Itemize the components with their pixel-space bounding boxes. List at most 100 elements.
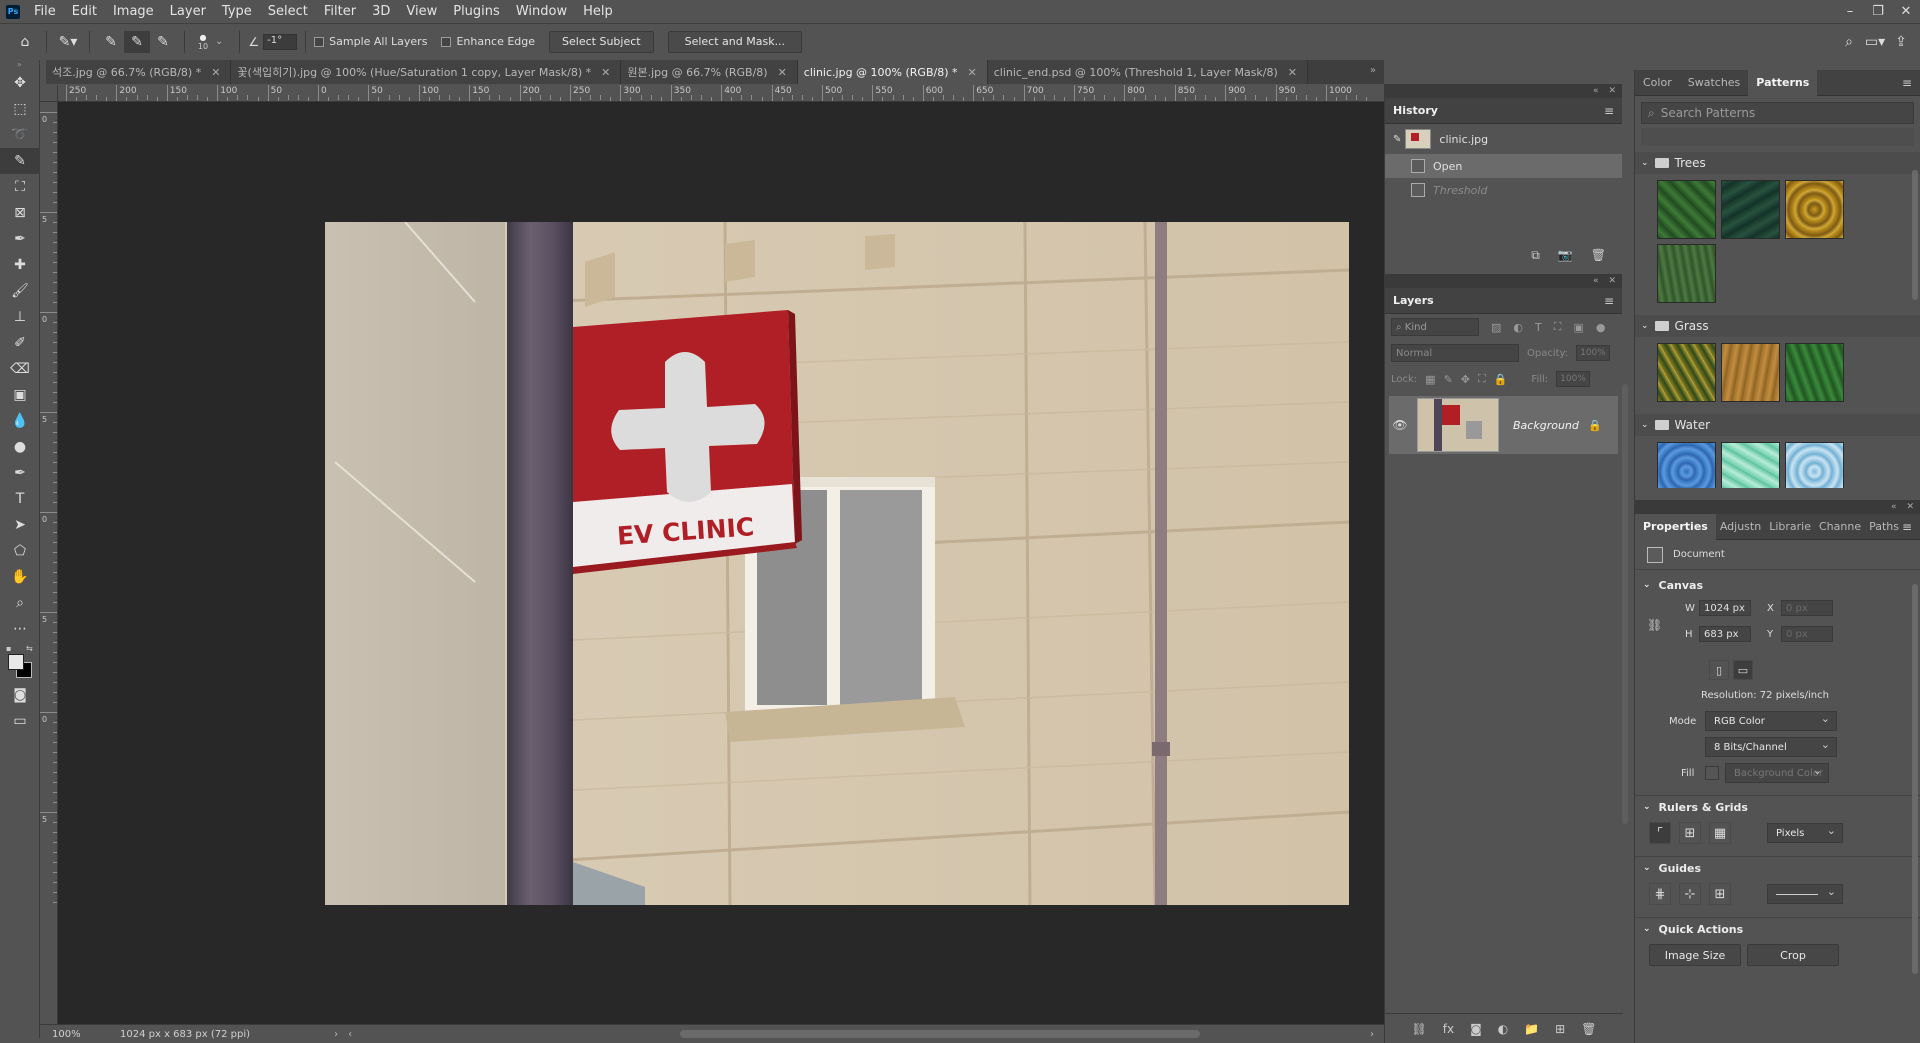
restore-icon[interactable]: ❐ bbox=[1864, 0, 1892, 23]
new-layer-icon[interactable]: ⊞ bbox=[1555, 1022, 1565, 1036]
search-icon[interactable]: ⌕ bbox=[1836, 31, 1862, 53]
height-input[interactable]: 683 px bbox=[1699, 626, 1751, 642]
shape-filter-icon[interactable]: ⛶ bbox=[1554, 320, 1562, 334]
menu-layer[interactable]: Layer bbox=[162, 0, 214, 23]
panel-menu-icon[interactable]: ≡ bbox=[1604, 294, 1614, 308]
move-tool-icon[interactable]: ✥ bbox=[0, 70, 40, 96]
layer-background[interactable]: 👁 Background 🔒 bbox=[1389, 396, 1618, 454]
quick-actions-header[interactable]: ⌄ Quick Actions bbox=[1635, 918, 1920, 940]
history-brush-source-icon[interactable]: ✎ bbox=[1393, 134, 1401, 145]
workspace-icon[interactable]: ▭▾ bbox=[1862, 31, 1888, 53]
clone-stamp-tool-icon[interactable]: ⊥ bbox=[0, 304, 40, 330]
default-colors-icon[interactable]: ▪ bbox=[6, 644, 11, 653]
trash-icon[interactable]: 🗑 bbox=[1591, 248, 1606, 262]
menu-edit[interactable]: Edit bbox=[64, 0, 105, 23]
y-input[interactable]: 0 px bbox=[1781, 626, 1833, 642]
link-layers-icon[interactable]: ⛓ bbox=[1412, 1022, 1427, 1036]
scroll-right-icon[interactable]: › bbox=[1370, 1029, 1374, 1040]
pattern-swatch[interactable] bbox=[1657, 343, 1716, 402]
link-icon[interactable]: ⛓ bbox=[1647, 618, 1662, 632]
eyedropper-tool-icon[interactable]: ✒ bbox=[0, 226, 40, 252]
blend-mode-select[interactable]: Normal bbox=[1391, 344, 1519, 362]
tab-paths[interactable]: Paths bbox=[1865, 514, 1903, 540]
collapse-icon[interactable]: » bbox=[0, 60, 39, 70]
eye-icon[interactable]: 👁 bbox=[1389, 418, 1411, 432]
pattern-swatch[interactable] bbox=[1785, 343, 1844, 402]
menu-filter[interactable]: Filter bbox=[316, 0, 364, 23]
zoom-tool-icon[interactable]: ⌕ bbox=[0, 590, 40, 616]
pattern-swatch[interactable] bbox=[1721, 343, 1780, 402]
screen-mode-icon[interactable]: ▭ bbox=[0, 708, 40, 734]
add-mask-icon[interactable]: ◙ bbox=[1470, 1022, 1482, 1036]
image-size-button[interactable]: Image Size bbox=[1649, 944, 1741, 966]
chevron-down-icon[interactable]: ⌄ bbox=[215, 36, 223, 47]
eraser-tool-icon[interactable]: ⌫ bbox=[0, 356, 40, 382]
smart-object-filter-icon[interactable]: ▣ bbox=[1573, 321, 1583, 334]
menu-3d[interactable]: 3D bbox=[364, 0, 398, 23]
tab-clinic-end[interactable]: clinic_end.psd @ 100% (Threshold 1, Laye… bbox=[987, 60, 1309, 84]
pattern-group-header[interactable]: ⌄ Water bbox=[1635, 414, 1920, 436]
units-select[interactable]: Pixels bbox=[1767, 823, 1843, 843]
panel-menu-icon[interactable]: ≡ bbox=[1902, 76, 1912, 90]
trash-icon[interactable]: 🗑 bbox=[1581, 1022, 1596, 1036]
grid-icon[interactable]: ⊞ bbox=[1679, 822, 1701, 844]
more-tools-icon[interactable]: ⋯ bbox=[0, 616, 40, 642]
menu-plugins[interactable]: Plugins bbox=[445, 0, 508, 23]
ruler-vertical[interactable]: 0 5 0 5 0 5 0 5 bbox=[40, 102, 58, 1024]
lasso-tool-icon[interactable]: ➰ bbox=[0, 122, 40, 148]
color-swatches[interactable]: ▪ ⇆ bbox=[0, 642, 39, 682]
ruler-corner[interactable] bbox=[40, 85, 58, 102]
tab-seokjo[interactable]: 석조.jpg @ 66.7% (RGB/8) * ✕ bbox=[46, 60, 232, 84]
subtract-from-selection-icon[interactable]: ✎ bbox=[150, 31, 176, 53]
home-icon[interactable]: ⌂ bbox=[12, 31, 38, 53]
landscape-icon[interactable]: ▭ bbox=[1733, 660, 1753, 680]
width-input[interactable]: 1024 px bbox=[1699, 600, 1751, 616]
pattern-swatch[interactable] bbox=[1657, 244, 1716, 303]
pattern-swatch[interactable] bbox=[1657, 442, 1716, 488]
pattern-group-header[interactable]: ⌄ Grass bbox=[1635, 315, 1920, 337]
brush-tool-icon[interactable]: 🖌 bbox=[0, 278, 40, 304]
lock-all-icon[interactable]: 🔒 bbox=[1494, 373, 1508, 386]
frame-tool-icon[interactable]: ⊠ bbox=[0, 200, 40, 226]
enhance-edge-checkbox[interactable]: Enhance Edge bbox=[441, 35, 535, 48]
quick-mask-icon[interactable]: ◙ bbox=[0, 682, 40, 708]
menu-type[interactable]: Type bbox=[214, 0, 260, 23]
menu-view[interactable]: View bbox=[398, 0, 445, 23]
tab-swatches[interactable]: Swatches bbox=[1680, 70, 1749, 96]
menu-select[interactable]: Select bbox=[260, 0, 316, 23]
lock-position-icon[interactable]: ✥ bbox=[1461, 373, 1470, 386]
history-item-open[interactable]: Open bbox=[1385, 154, 1622, 178]
close-window-icon[interactable]: ✕ bbox=[1892, 0, 1920, 23]
guides-icon[interactable]: ⋕ bbox=[1649, 883, 1671, 905]
shape-tool-icon[interactable]: ⬠ bbox=[0, 538, 40, 564]
history-brush-tool-icon[interactable]: ✐ bbox=[0, 330, 40, 356]
guide-layout-icon[interactable]: ⊞ bbox=[1709, 883, 1731, 905]
fill-swatch[interactable] bbox=[1705, 766, 1719, 780]
search-patterns-input[interactable]: ⌕ Search Patterns bbox=[1641, 102, 1914, 124]
opacity-input[interactable]: 100% bbox=[1576, 345, 1611, 361]
fill-select[interactable]: Background Color bbox=[1725, 763, 1829, 783]
tab-flower[interactable]: 꽃(색입히기).jpg @ 100% (Hue/Saturation 1 cop… bbox=[231, 60, 622, 84]
panel-menu-icon[interactable]: ≡ bbox=[1604, 104, 1614, 118]
select-subject-button[interactable]: Select Subject bbox=[549, 30, 654, 53]
pixel-grid-icon[interactable]: ▦ bbox=[1709, 822, 1731, 844]
close-icon[interactable]: ✕ bbox=[1608, 276, 1616, 286]
tab-clinic[interactable]: clinic.jpg @ 100% (RGB/8) * ✕ bbox=[797, 60, 988, 84]
swap-colors-icon[interactable]: ⇆ bbox=[26, 644, 33, 653]
layers-title[interactable]: Layers bbox=[1393, 294, 1434, 307]
panel-menu-icon[interactable]: ≡ bbox=[1902, 520, 1912, 534]
crop-button[interactable]: Crop bbox=[1747, 944, 1839, 966]
crop-tool-icon[interactable]: ⛶ bbox=[0, 174, 40, 200]
close-icon[interactable]: ✕ bbox=[1906, 502, 1914, 512]
minimize-icon[interactable]: – bbox=[1836, 0, 1864, 23]
close-icon[interactable]: ✕ bbox=[1608, 86, 1616, 96]
dodge-tool-icon[interactable]: ● bbox=[0, 434, 40, 460]
brush-size-picker[interactable]: ● 10 bbox=[193, 33, 213, 51]
panel-scrollbar[interactable] bbox=[1622, 384, 1628, 824]
mode-select[interactable]: RGB Color bbox=[1705, 711, 1837, 731]
patterns-scrollbar[interactable] bbox=[1912, 170, 1918, 300]
layer-kind-filter[interactable]: ⌕ Kind bbox=[1391, 318, 1479, 336]
menu-file[interactable]: File bbox=[26, 0, 64, 23]
tab-patterns[interactable]: Patterns bbox=[1748, 69, 1818, 96]
pattern-swatch[interactable] bbox=[1721, 442, 1780, 488]
